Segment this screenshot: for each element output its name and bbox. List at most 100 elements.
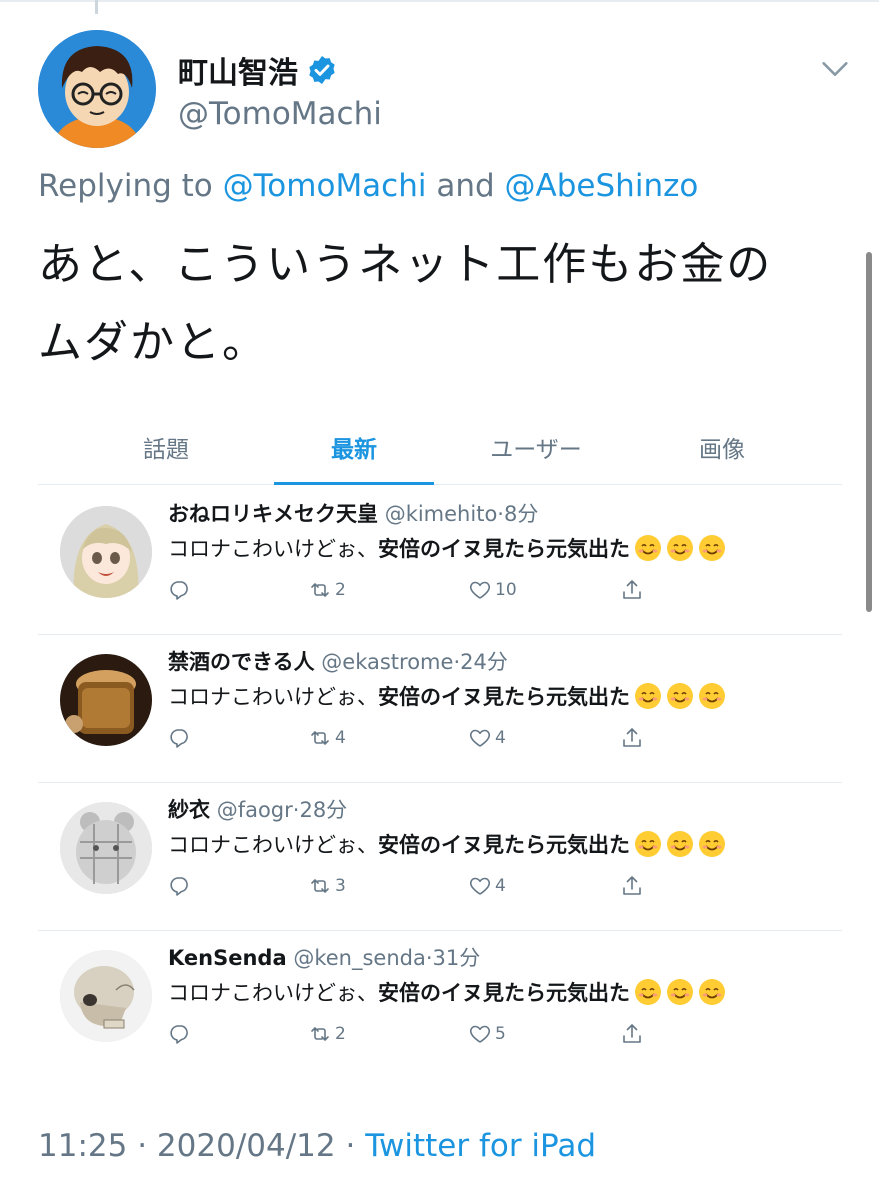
reply-text: コロナこわいけどぉ、 安倍のイヌ見たら元気出た bbox=[168, 533, 726, 563]
tweet-header: 町山智浩 @TomoMachi bbox=[38, 30, 858, 150]
reply-actions: 2 5 bbox=[168, 1022, 648, 1052]
reply-item[interactable]: 紗衣 @faogr·28分 コロナこわいけどぉ、 安倍のイヌ見たら元気出た 3 … bbox=[38, 782, 842, 931]
share-button[interactable] bbox=[620, 578, 644, 602]
reply-text: コロナこわいけどぉ、 安倍のイヌ見たら元気出た bbox=[168, 681, 726, 711]
smiling-face-emoji-icon bbox=[635, 979, 661, 1005]
smiling-face-emoji-icon bbox=[635, 831, 661, 857]
meta-separator: · bbox=[425, 946, 433, 970]
reply-time: 28分 bbox=[299, 798, 348, 822]
reply-time: 24分 bbox=[460, 650, 508, 674]
reply-handle[interactable]: @ekastrome bbox=[321, 650, 453, 674]
reply-actions: 2 10 bbox=[168, 578, 648, 608]
tweet-timestamp-row: 11:25 · 2020/04/12 · Twitter for iPad bbox=[38, 1128, 596, 1164]
reply-item[interactable]: KenSenda @ken_senda·31分 コロナこわいけどぉ、 安倍のイヌ… bbox=[38, 930, 842, 1078]
top-divider bbox=[0, 0, 879, 2]
reply-avatar[interactable] bbox=[60, 654, 152, 746]
reply-item[interactable]: おねロリキメセク天皇 @kimehito·8分 コロナこわいけどぉ、 安倍のイヌ… bbox=[38, 486, 842, 635]
share-icon bbox=[623, 1024, 641, 1043]
share-button[interactable] bbox=[620, 874, 644, 898]
reply-icon bbox=[170, 1025, 188, 1044]
reply-text: コロナこわいけどぉ、 安倍のイヌ見たら元気出た bbox=[168, 977, 726, 1007]
share-button[interactable] bbox=[620, 1022, 644, 1046]
reply-text: コロナこわいけどぉ、 安倍のイヌ見たら元気出た bbox=[168, 829, 726, 859]
reply-time: 31分 bbox=[432, 946, 481, 970]
tweet-time: 11:25 bbox=[38, 1128, 128, 1164]
reply-text-bold: 安倍のイヌ見たら元気出た bbox=[378, 981, 630, 1005]
heart-icon bbox=[469, 581, 491, 599]
reply-icon bbox=[170, 729, 188, 748]
reply-button[interactable] bbox=[168, 1022, 192, 1046]
retweet-count: 2 bbox=[335, 1024, 346, 1044]
author-display-name[interactable]: 町山智浩 bbox=[178, 48, 298, 92]
author-avatar[interactable] bbox=[38, 30, 156, 148]
like-count: 4 bbox=[495, 728, 506, 748]
share-icon bbox=[623, 728, 641, 747]
tab-latest[interactable]: 最新 bbox=[274, 420, 434, 485]
reply-button[interactable] bbox=[168, 578, 192, 602]
reply-avatar[interactable] bbox=[60, 506, 152, 598]
like-count: 4 bbox=[495, 876, 506, 896]
reply-text-bold: 安倍のイヌ見たら元気出た bbox=[378, 685, 630, 709]
author-handle[interactable]: @TomoMachi bbox=[178, 96, 382, 132]
retweet-button[interactable]: 4 bbox=[308, 726, 346, 750]
scrollbar[interactable] bbox=[866, 252, 872, 612]
heart-icon bbox=[469, 877, 491, 895]
retweet-count: 2 bbox=[335, 580, 346, 600]
timestamp-separator: · bbox=[345, 1128, 356, 1164]
tweet-source-link[interactable]: Twitter for iPad bbox=[365, 1128, 596, 1164]
retweet-button[interactable]: 2 bbox=[308, 578, 346, 602]
heart-icon bbox=[469, 1025, 491, 1043]
smiling-face-emoji-icon bbox=[699, 979, 725, 1005]
retweet-button[interactable]: 2 bbox=[308, 1022, 346, 1046]
reply-avatar[interactable] bbox=[60, 802, 152, 894]
reply-text-bold: 安倍のイヌ見たら元気出た bbox=[378, 833, 630, 857]
mention-link-2[interactable]: @AbeShinzo bbox=[505, 168, 699, 204]
retweet-icon bbox=[311, 879, 329, 893]
reply-actions: 3 4 bbox=[168, 874, 648, 904]
smiling-face-emoji-icon bbox=[667, 979, 693, 1005]
reply-text-plain: コロナこわいけどぉ、 bbox=[168, 981, 378, 1005]
retweet-count: 4 bbox=[335, 728, 346, 748]
tweet-text-line-2: ムダかと。 bbox=[38, 317, 268, 368]
retweet-button[interactable]: 3 bbox=[308, 874, 346, 898]
like-button[interactable]: 5 bbox=[468, 1022, 506, 1046]
smiling-face-emoji-icon bbox=[699, 831, 725, 857]
tab-images[interactable]: 画像 bbox=[642, 420, 802, 484]
reply-actions: 4 4 bbox=[168, 726, 648, 756]
reply-item[interactable]: 禁酒のできる人 @ekastrome·24分 コロナこわいけどぉ、 安倍のイヌ見… bbox=[38, 634, 842, 783]
verified-badge-icon bbox=[309, 56, 335, 84]
like-button[interactable]: 4 bbox=[468, 726, 506, 750]
smiling-face-emoji-icon bbox=[635, 535, 661, 561]
reply-display-name[interactable]: 禁酒のできる人 bbox=[168, 650, 315, 674]
timestamp-separator: · bbox=[137, 1128, 148, 1164]
reply-meta: 紗衣 @faogr·28分 bbox=[168, 794, 347, 824]
like-button[interactable]: 4 bbox=[468, 874, 506, 898]
tab-trending[interactable]: 話題 bbox=[86, 420, 246, 484]
reply-button[interactable] bbox=[168, 726, 192, 750]
reply-handle[interactable]: @faogr bbox=[217, 798, 293, 822]
tab-users[interactable]: ユーザー bbox=[456, 420, 616, 484]
replying-prefix: Replying to bbox=[38, 168, 213, 204]
mention-link-1[interactable]: @TomoMachi bbox=[223, 168, 427, 204]
heart-icon bbox=[469, 729, 491, 747]
thread-connector-line bbox=[95, 0, 98, 14]
smiling-face-emoji-icon bbox=[667, 683, 693, 709]
meta-separator: · bbox=[497, 502, 504, 526]
reply-display-name[interactable]: KenSenda bbox=[168, 946, 287, 970]
retweet-count: 3 bbox=[335, 876, 346, 896]
reply-avatar[interactable] bbox=[60, 950, 152, 1042]
reply-time: 8分 bbox=[503, 502, 539, 526]
reply-text-plain: コロナこわいけどぉ、 bbox=[168, 685, 378, 709]
reply-meta: KenSenda @ken_senda·31分 bbox=[168, 942, 480, 972]
reply-button[interactable] bbox=[168, 874, 192, 898]
like-button[interactable]: 10 bbox=[468, 578, 517, 602]
share-button[interactable] bbox=[620, 726, 644, 750]
retweet-icon bbox=[311, 583, 329, 597]
tweet-date: 2020/04/12 bbox=[156, 1128, 336, 1164]
reply-display-name[interactable]: 紗衣 bbox=[168, 798, 210, 822]
reply-handle[interactable]: @ken_senda bbox=[293, 946, 426, 970]
reply-text-plain: コロナこわいけどぉ、 bbox=[168, 537, 378, 561]
reply-display-name[interactable]: おねロリキメセク天皇 bbox=[168, 502, 378, 526]
chevron-down-icon[interactable] bbox=[818, 52, 852, 86]
reply-handle[interactable]: @kimehito bbox=[385, 502, 498, 526]
